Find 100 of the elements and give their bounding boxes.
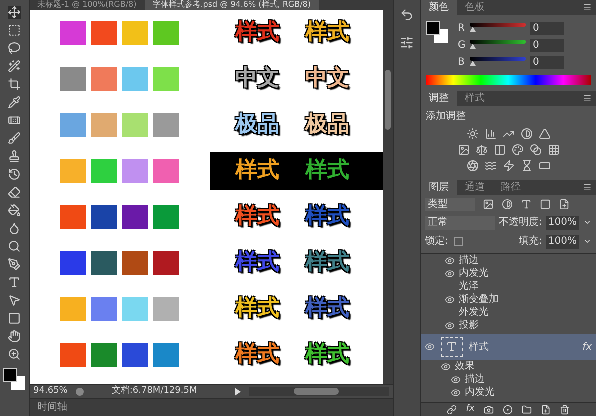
blend-mode-dropdown[interactable]: 正常 xyxy=(425,216,496,230)
crop-tool-icon[interactable] xyxy=(8,78,21,91)
properties-panel-icon[interactable] xyxy=(400,36,414,50)
panel-tab[interactable]: 调整 xyxy=(421,91,458,106)
effect-name: 内发光 xyxy=(459,268,490,278)
dropdown-icon[interactable] xyxy=(583,237,592,246)
effect-name: 描边 xyxy=(465,374,486,384)
history-panel-icon[interactable] xyxy=(400,8,414,22)
columns-icon[interactable] xyxy=(494,144,506,156)
channel-value-field[interactable]: 0 xyxy=(530,22,564,34)
effect-name: 效果 xyxy=(455,362,476,372)
panel-menu-icon[interactable] xyxy=(583,3,592,12)
eye-icon[interactable] xyxy=(451,388,462,398)
pen-tool-icon[interactable] xyxy=(8,258,21,271)
link-icon[interactable] xyxy=(447,404,458,414)
blur-tool-icon[interactable] xyxy=(8,222,21,235)
styled-text: 样式 xyxy=(306,298,351,320)
panel-tab[interactable]: 颜色 xyxy=(421,0,458,15)
styled-text: 中文 xyxy=(236,68,281,90)
dropdown-icon[interactable] xyxy=(583,218,592,227)
hourglass-icon[interactable] xyxy=(520,160,533,172)
styled-text: 样式 xyxy=(306,22,351,44)
color-slider[interactable] xyxy=(470,57,526,67)
panel-menu-icon[interactable] xyxy=(583,94,592,103)
eye-icon[interactable] xyxy=(425,342,436,352)
contrast-icon[interactable] xyxy=(502,199,514,210)
eye-icon[interactable] xyxy=(445,256,456,266)
status-toggle-icon[interactable] xyxy=(76,388,84,396)
eye-icon[interactable] xyxy=(445,320,456,330)
image-icon[interactable] xyxy=(458,144,470,156)
styled-text: 样式 xyxy=(236,206,281,228)
effect-name: 投影 xyxy=(459,320,480,330)
eye-icon[interactable] xyxy=(441,362,452,372)
vertical-scrollbar[interactable] xyxy=(383,10,394,384)
channel-label: R xyxy=(458,22,466,36)
bandage-tool-icon[interactable] xyxy=(8,114,21,127)
brush-tool-icon[interactable] xyxy=(8,132,21,145)
document-tab[interactable]: 字体样式参考.psd @ 94.6% (样式, RGB/8) xyxy=(144,0,320,10)
eye-icon[interactable] xyxy=(451,374,462,384)
styled-text: 样式 xyxy=(306,344,351,366)
layer-row[interactable]: 样式 fx xyxy=(421,334,596,360)
blend-icon[interactable] xyxy=(530,144,542,156)
rectangle-tool-icon[interactable] xyxy=(8,312,21,325)
panel-tab[interactable]: 图层 xyxy=(421,180,458,195)
effect-name: 外发光 xyxy=(459,308,490,318)
styled-text: 样式 xyxy=(236,344,281,366)
eyedropper-tool-icon[interactable] xyxy=(8,96,21,109)
new-layer-icon[interactable] xyxy=(540,404,551,414)
image-icon[interactable] xyxy=(483,199,494,210)
styled-text: 样式 xyxy=(236,22,281,44)
levels-icon[interactable] xyxy=(484,128,497,140)
type-icon[interactable] xyxy=(521,199,532,210)
wand-tool-icon[interactable] xyxy=(8,60,21,73)
color-swatches-icon[interactable] xyxy=(3,368,26,390)
fx-button[interactable]: fx xyxy=(466,405,475,414)
fill-field[interactable]: 100% xyxy=(546,234,580,248)
zap-icon[interactable] xyxy=(502,160,515,172)
fx-indicator: fx xyxy=(582,340,592,354)
color-spectrum[interactable] xyxy=(426,75,592,85)
effect-name: 光泽 xyxy=(459,282,480,292)
eye-icon[interactable] xyxy=(445,268,456,278)
stamp-tool-icon[interactable] xyxy=(8,150,21,163)
lasso-tool-icon[interactable] xyxy=(8,42,21,55)
marquee-tool-icon[interactable] xyxy=(8,24,21,37)
palette-icon[interactable] xyxy=(512,144,524,156)
channel-value-field[interactable]: 0 xyxy=(530,38,564,52)
horizontal-scrollbar[interactable] xyxy=(249,387,390,396)
type-tool-icon[interactable] xyxy=(8,276,21,289)
channel-value-field[interactable]: 0 xyxy=(530,56,564,68)
eraser-tool-icon[interactable] xyxy=(8,186,21,199)
foreground-background-icon[interactable] xyxy=(426,21,448,43)
opacity-label: 不透明度: xyxy=(499,216,542,230)
triangle-icon[interactable] xyxy=(538,128,551,140)
eye-icon[interactable] xyxy=(445,294,456,304)
hand-tool-icon[interactable] xyxy=(8,330,21,343)
move-tool-icon[interactable] xyxy=(8,6,21,19)
grid-icon[interactable] xyxy=(548,144,560,156)
timeline-tab[interactable]: 时间轴 xyxy=(38,400,68,415)
layer-filter-dropdown[interactable]: 类型 xyxy=(425,198,476,211)
zoom-level: 94.65% xyxy=(34,384,68,398)
styled-text: 样式 xyxy=(236,160,281,182)
color-slider[interactable] xyxy=(470,23,526,33)
aperture-icon[interactable] xyxy=(466,160,479,172)
folder-icon[interactable] xyxy=(522,404,532,414)
styled-text: 极品 xyxy=(236,114,281,136)
fill-label: 填充: xyxy=(519,234,542,249)
balance-icon[interactable] xyxy=(476,144,488,156)
styled-text: 样式 xyxy=(236,252,281,274)
paint-bucket-icon[interactable] xyxy=(8,204,21,217)
waves-icon[interactable] xyxy=(484,160,497,172)
panel-menu-icon[interactable] xyxy=(583,183,592,192)
shape-icon[interactable] xyxy=(540,199,552,210)
sun-icon[interactable] xyxy=(466,128,479,140)
opacity-field[interactable]: 100% xyxy=(546,216,580,230)
effect-name: 渐变叠加 xyxy=(459,294,500,304)
document-size: 文档:6.78M/129.5M xyxy=(112,384,198,398)
selection-tool-icon[interactable] xyxy=(8,294,21,307)
trash-icon[interactable] xyxy=(560,404,570,414)
color-slider[interactable] xyxy=(470,40,526,50)
zoom-tool-icon[interactable] xyxy=(8,348,21,361)
